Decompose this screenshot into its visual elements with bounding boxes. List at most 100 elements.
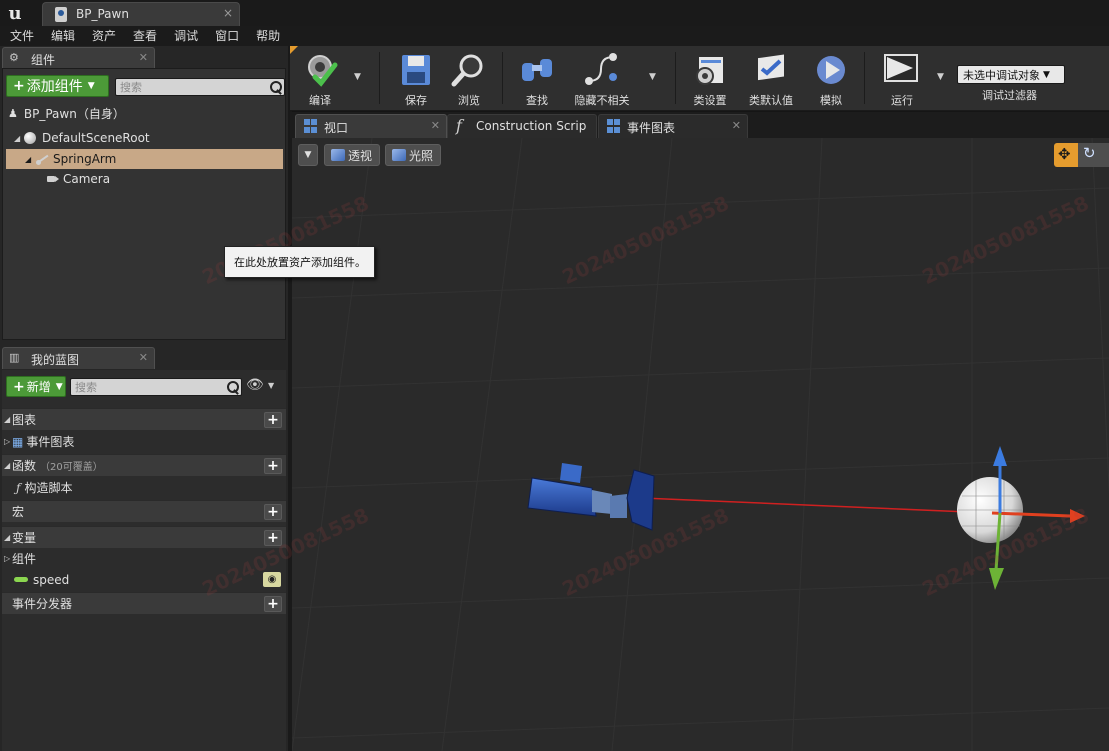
chevron-down-icon: ▼ — [55, 381, 63, 392]
section-event-dispatchers[interactable]: 事件分发器 + — [2, 592, 286, 614]
add-function-button[interactable]: + — [264, 458, 282, 474]
close-icon[interactable]: × — [223, 6, 233, 20]
section-graphs[interactable]: ◢ 图表 + — [2, 408, 286, 430]
tree-item-defaultsceneroot[interactable]: ◢ DefaultSceneRoot — [14, 128, 284, 148]
find-button[interactable]: 查找 — [517, 46, 557, 110]
section-variables[interactable]: ◢ 变量 + — [2, 526, 286, 548]
save-button[interactable]: 保存 — [396, 46, 436, 110]
scale-tool-icon[interactable] — [1102, 143, 1109, 167]
lit-label: 光照 — [409, 148, 434, 163]
menu-debug[interactable]: 调试 — [174, 26, 198, 46]
tree-item-camera[interactable]: Camera — [45, 169, 275, 189]
class-defaults-button[interactable]: 类默认值 — [746, 46, 796, 110]
toolbar-separator — [675, 52, 676, 104]
browse-button[interactable]: 浏览 — [449, 46, 489, 110]
compile-button[interactable]: 编译 — [300, 46, 340, 110]
list-item-speed-variable[interactable]: speed ◉ — [2, 569, 286, 590]
move-tool-icon[interactable] — [1054, 143, 1078, 167]
collapse-icon[interactable]: ◢ — [2, 415, 12, 424]
class-settings-label: 类设置 — [693, 94, 727, 107]
new-button-label: 新增 — [26, 380, 51, 394]
components-icon: ⚙ — [9, 51, 19, 64]
visibility-eye-icon[interactable]: ◉ — [263, 572, 281, 587]
tab-viewport[interactable]: 视口 ✕ — [295, 114, 447, 138]
hide-unrelated-button[interactable]: 隐藏不相关 — [570, 46, 634, 110]
new-button[interactable]: + 新增 ▼ — [6, 376, 66, 397]
close-icon[interactable]: ✕ — [139, 51, 148, 64]
add-graph-button[interactable]: + — [264, 412, 282, 428]
list-item-construction-script[interactable]: ƒ 构造脚本 — [2, 477, 286, 498]
viewport-scene — [292, 138, 1109, 751]
tab-construction-script[interactable]: f Construction Scrip — [447, 114, 597, 138]
section-macros[interactable]: 宏 + — [2, 500, 286, 522]
simulate-button[interactable]: 模拟 — [811, 46, 851, 110]
perspective-button[interactable]: 透视 — [324, 144, 380, 166]
expand-icon[interactable]: ◢ — [14, 134, 24, 143]
document-tab-bp-pawn[interactable]: BP_Pawn × — [42, 2, 240, 26]
blueprint-search[interactable] — [70, 378, 242, 396]
compile-options-chevron-icon[interactable]: ▼ — [354, 72, 361, 82]
menu-window[interactable]: 窗口 — [215, 26, 239, 46]
collapse-icon[interactable]: ◢ — [2, 533, 12, 542]
menu-file[interactable]: 文件 — [10, 26, 34, 46]
expand-icon[interactable]: ◢ — [25, 155, 35, 164]
blueprint-search-input[interactable] — [75, 379, 221, 395]
viewport[interactable]: ▼ 透视 光照 — [292, 138, 1109, 751]
left-panel: ⚙ 组件 ✕ + 添加组件 ▼ ♟ BP_Pawn（自身） ◢ DefaultS… — [0, 46, 290, 751]
list-item-event-graph[interactable]: ▷ ▦ 事件图表 — [2, 431, 286, 452]
section-functions[interactable]: ◢ 函数 （20可覆盖） + — [2, 454, 286, 476]
components-search[interactable] — [115, 78, 285, 96]
debug-object-select[interactable]: 未选中调试对象 ▼ — [957, 65, 1065, 84]
close-icon[interactable]: ✕ — [139, 351, 148, 364]
self-row[interactable]: ♟ BP_Pawn（自身） — [2, 103, 286, 123]
menu-help[interactable]: 帮助 — [256, 26, 280, 46]
expand-icon[interactable]: ▷ — [2, 437, 12, 446]
rotate-tool-icon[interactable] — [1078, 143, 1102, 167]
play-options-chevron-icon[interactable]: ▼ — [937, 72, 944, 82]
chevron-down-icon: ▼ — [1043, 69, 1050, 80]
collapse-icon[interactable]: ◢ — [2, 461, 12, 470]
add-component-button[interactable]: + 添加组件 ▼ — [6, 75, 109, 97]
tree-item-springarm[interactable]: ◢ SpringArm — [6, 149, 283, 169]
close-icon[interactable]: ✕ — [732, 119, 741, 132]
lit-button[interactable]: 光照 — [385, 144, 441, 166]
add-variable-button[interactable]: + — [264, 530, 282, 546]
viewport-options-chevron-icon[interactable]: ▼ — [298, 144, 318, 166]
section-variables-label: 变量 — [12, 531, 37, 545]
section-functions-label: 函数 — [12, 459, 37, 473]
viewport-icon — [304, 119, 318, 133]
menu-edit[interactable]: 编辑 — [51, 26, 75, 46]
components-search-input[interactable] — [120, 79, 264, 95]
tab-components[interactable]: ⚙ 组件 ✕ — [2, 47, 155, 69]
close-icon[interactable]: ✕ — [431, 119, 440, 132]
functions-override-note: （20可覆盖） — [40, 462, 103, 473]
magnifier-icon — [450, 51, 488, 89]
class-settings-button[interactable]: 类设置 — [690, 46, 730, 110]
add-macro-button[interactable]: + — [264, 504, 282, 520]
save-icon — [397, 51, 435, 89]
add-component-label: 添加组件 — [26, 79, 83, 95]
expand-icon[interactable]: ▷ — [2, 554, 12, 563]
hide-unrelated-chevron-icon[interactable]: ▼ — [649, 72, 656, 82]
play-button[interactable]: 运行 — [881, 46, 923, 110]
list-item-components-category[interactable]: ▷ 组件 — [2, 548, 286, 569]
tree-item-label: DefaultSceneRoot — [42, 131, 150, 145]
transform-gizmo[interactable] — [957, 446, 1085, 590]
chevron-down-icon: ▼ — [87, 81, 95, 91]
floor-grid — [292, 138, 1109, 751]
chevron-down-icon[interactable]: ▼ — [268, 381, 274, 390]
play-icon — [883, 51, 921, 89]
visibility-eye-icon[interactable]: 👁 — [246, 377, 264, 393]
menu-view[interactable]: 查看 — [133, 26, 157, 46]
perspective-icon — [331, 149, 345, 161]
add-event-dispatcher-button[interactable]: + — [264, 596, 282, 612]
camera-mesh[interactable] — [527, 463, 655, 531]
tooltip-text: 在此处放置资产添加组件。 — [234, 256, 366, 269]
menu-asset[interactable]: 资产 — [92, 26, 116, 46]
toolbar-separator — [864, 52, 865, 104]
tab-my-blueprint[interactable]: ▥ 我的蓝图 ✕ — [2, 347, 155, 369]
tab-event-graph[interactable]: 事件图表 ✕ — [598, 114, 748, 138]
section-macros-label: 宏 — [12, 505, 25, 519]
tree-item-label: SpringArm — [53, 152, 117, 166]
search-icon — [268, 80, 282, 94]
